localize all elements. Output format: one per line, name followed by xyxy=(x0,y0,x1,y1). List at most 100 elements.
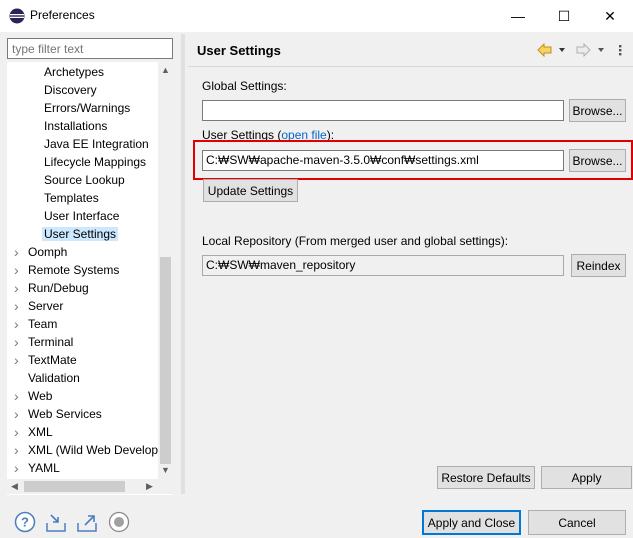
tree-item-label: User Settings xyxy=(42,227,119,241)
minimize-icon: — xyxy=(511,8,525,24)
eclipse-logo-icon xyxy=(9,8,25,24)
tree-item[interactable]: › XML (Wild Web Develop xyxy=(14,441,158,459)
tree-item-label: Source Lookup xyxy=(44,173,125,187)
restore-defaults-button[interactable]: Restore Defaults xyxy=(437,466,535,489)
tree-item[interactable]: › Terminal xyxy=(14,333,74,351)
tree-item[interactable]: Validation xyxy=(28,369,80,387)
apply-button[interactable]: Apply xyxy=(541,466,632,489)
cancel-button[interactable]: Cancel xyxy=(528,510,626,535)
apply-and-close-button[interactable]: Apply and Close xyxy=(422,510,521,535)
reindex-button[interactable]: Reindex xyxy=(571,254,626,277)
tree-item-label: YAML xyxy=(28,461,60,475)
expand-chevron-icon[interactable]: › xyxy=(14,243,19,261)
tree-item-label: User Interface xyxy=(44,209,120,223)
tree-item[interactable]: Templates xyxy=(44,189,99,207)
filter-input[interactable] xyxy=(7,38,173,59)
expand-chevron-icon[interactable]: › xyxy=(14,279,19,297)
tree-item-label: Installations xyxy=(44,119,108,133)
tree-item[interactable]: › Web Services xyxy=(14,405,102,423)
tree-item[interactable]: User Settings xyxy=(42,225,119,243)
local-repository-label: Local Repository (From merged user and g… xyxy=(202,234,509,248)
tree-item-label: Java EE Integration xyxy=(44,137,149,151)
view-menu-icon[interactable] xyxy=(619,45,622,56)
tree-item[interactable]: › Server xyxy=(14,297,64,315)
expand-chevron-icon[interactable]: › xyxy=(14,423,19,441)
sash-divider[interactable] xyxy=(181,34,185,494)
user-settings-field[interactable]: C:₩SW₩apache-maven-3.5.0₩conf₩settings.x… xyxy=(202,150,564,171)
export-icon[interactable] xyxy=(76,511,98,533)
tree-item[interactable]: › YAML xyxy=(14,459,60,477)
tree-item[interactable]: › Remote Systems xyxy=(14,261,120,279)
tree-item-label: Lifecycle Mappings xyxy=(44,155,147,169)
tree-item-label: Templates xyxy=(44,191,99,205)
expand-chevron-icon[interactable]: › xyxy=(14,333,19,351)
close-icon: ✕ xyxy=(604,7,616,24)
scroll-down-icon[interactable]: ▼ xyxy=(158,462,173,477)
tree-item[interactable]: Errors/Warnings xyxy=(44,99,130,117)
tree-item-label: Team xyxy=(28,317,58,331)
expand-chevron-icon[interactable]: › xyxy=(14,459,19,477)
tree-item[interactable]: Lifecycle Mappings xyxy=(44,153,146,171)
back-menu-chevron-icon[interactable] xyxy=(559,48,565,52)
expand-chevron-icon[interactable]: › xyxy=(14,297,19,315)
maximize-button[interactable]: ☐ xyxy=(541,0,587,32)
tree-item[interactable]: Source Lookup xyxy=(44,171,125,189)
close-button[interactable]: ✕ xyxy=(587,0,633,32)
scroll-right-icon[interactable]: ▶ xyxy=(142,479,157,494)
svg-text:?: ? xyxy=(21,515,29,530)
record-icon[interactable] xyxy=(108,511,130,533)
tree-item[interactable]: User Interface xyxy=(44,207,119,225)
help-icon[interactable]: ? xyxy=(14,511,36,533)
global-settings-field[interactable] xyxy=(202,100,564,121)
forward-arrow-icon[interactable] xyxy=(576,43,591,57)
tree-item[interactable]: › Web xyxy=(14,387,53,405)
expand-chevron-icon[interactable]: › xyxy=(14,387,19,405)
tree-item-label: TextMate xyxy=(28,353,77,367)
back-arrow-icon[interactable] xyxy=(537,43,552,57)
local-repository-field: C:₩SW₩maven_repository xyxy=(202,255,564,276)
page-divider xyxy=(188,66,633,67)
tree-item[interactable]: › Run/Debug xyxy=(14,279,89,297)
tree-item-label: Server xyxy=(28,299,64,313)
tree-horizontal-scrollbar[interactable]: ◀ ▶ xyxy=(7,479,173,494)
expand-chevron-icon[interactable]: › xyxy=(14,405,19,423)
title-bar: Preferences — ☐ ✕ xyxy=(0,0,633,32)
tree-item[interactable]: Discovery xyxy=(44,81,97,99)
page-title: User Settings xyxy=(197,43,281,58)
expand-chevron-icon[interactable]: › xyxy=(14,441,19,459)
forward-menu-chevron-icon[interactable] xyxy=(598,48,604,52)
tree-item[interactable]: › Oomph xyxy=(14,243,68,261)
tree-item-label: Errors/Warnings xyxy=(44,101,131,115)
scrollbar-thumb[interactable] xyxy=(24,481,125,492)
expand-chevron-icon[interactable]: › xyxy=(14,315,19,333)
tree-item-label: Run/Debug xyxy=(28,281,89,295)
tree-item[interactable]: › TextMate xyxy=(14,351,77,369)
update-settings-button[interactable]: Update Settings xyxy=(203,179,298,202)
tree-item[interactable]: › XML xyxy=(14,423,53,441)
global-settings-label: Global Settings: xyxy=(202,79,287,93)
tree-item-label: Web Services xyxy=(28,407,102,421)
tree-item-label: Discovery xyxy=(44,83,97,97)
tree-item-label: Terminal xyxy=(28,335,74,349)
tree-item[interactable]: Installations xyxy=(44,117,107,135)
tree-item-label: Validation xyxy=(28,371,80,385)
import-icon[interactable] xyxy=(45,511,67,533)
tree-item-label: Oomph xyxy=(28,245,68,259)
scroll-left-icon[interactable]: ◀ xyxy=(7,479,22,494)
scrollbar-thumb[interactable] xyxy=(160,257,171,464)
tree-item-label: Web xyxy=(28,389,53,403)
tree-item[interactable]: Java EE Integration xyxy=(44,135,149,153)
scroll-up-icon[interactable]: ▲ xyxy=(158,62,173,77)
minimize-button[interactable]: — xyxy=(495,0,541,32)
tree-item-label: Archetypes xyxy=(44,65,105,79)
tree-item[interactable]: Archetypes xyxy=(44,63,104,81)
page-nav-toolbar xyxy=(537,43,622,57)
global-browse-button[interactable]: Browse... xyxy=(569,99,626,122)
expand-chevron-icon[interactable]: › xyxy=(14,351,19,369)
tree-vertical-scrollbar[interactable]: ▲ ▼ xyxy=(158,62,173,479)
tree-item[interactable]: › Team xyxy=(14,315,58,333)
tree-item-label: XML xyxy=(28,425,53,439)
expand-chevron-icon[interactable]: › xyxy=(14,261,19,279)
tree-item-label: Remote Systems xyxy=(28,263,120,277)
user-browse-button[interactable]: Browse... xyxy=(569,149,626,172)
